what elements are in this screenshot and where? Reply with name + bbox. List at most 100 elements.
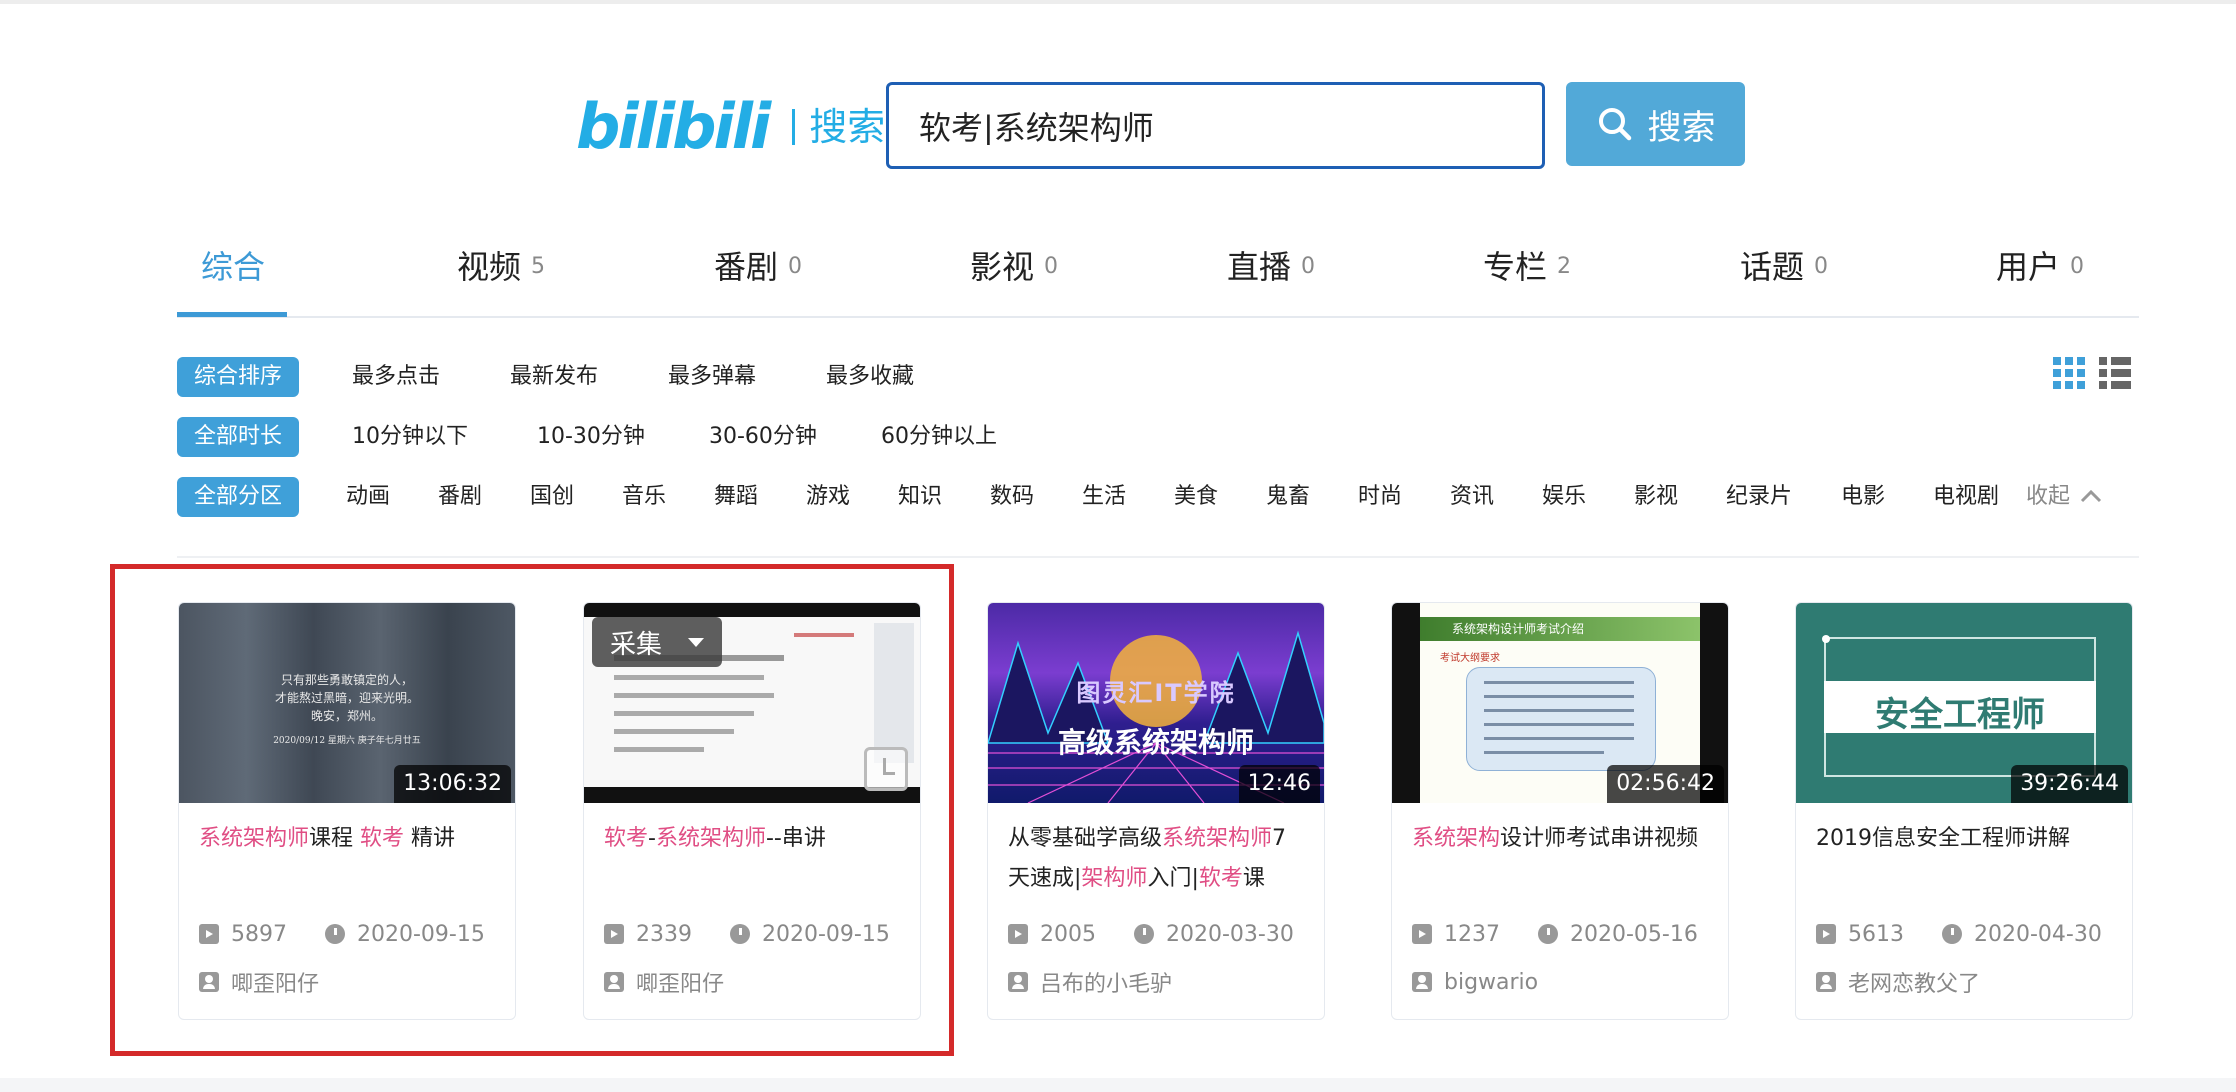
search-tabs: 综合 视频 5 番剧 0 影视 0 直播 0 专栏 2 话题 0 用户 0 <box>177 230 2139 318</box>
play-count-icon <box>1816 924 1836 944</box>
video-thumbnail[interactable]: 安全工程师 39:26:44 <box>1796 603 2132 803</box>
sort-option[interactable]: 最多收藏 <box>826 357 914 397</box>
sort-option[interactable]: 最多点击 <box>352 357 440 397</box>
duration-option[interactable]: 10分钟以下 <box>352 417 468 457</box>
video-title[interactable]: 系统架构设计师考试串讲视频 <box>1412 819 1712 859</box>
zone-filter-row: 全部分区 动画 番剧 国创 音乐 舞蹈 游戏 知识 数码 生活 美食 鬼畜 时尚… <box>177 477 2139 517</box>
sort-option[interactable]: 最新发布 <box>510 357 598 397</box>
tab-video[interactable]: 视频 5 <box>457 230 545 318</box>
video-duration: 12:46 <box>1238 765 1320 803</box>
uploader-name: 吕布的小毛驴 <box>1040 972 1173 997</box>
zone-option[interactable]: 游戏 <box>806 477 850 517</box>
zone-option[interactable]: 国创 <box>530 477 574 517</box>
zone-option[interactable]: 鬼畜 <box>1266 477 1310 517</box>
uploader-link[interactable]: bigwario <box>1412 967 1538 997</box>
view-toggle <box>2052 356 2132 390</box>
zone-option[interactable]: 电影 <box>1841 477 1885 517</box>
uploader-name: bigwario <box>1444 969 1539 995</box>
results-divider <box>177 556 2139 558</box>
video-duration: 02:56:42 <box>1607 765 1724 803</box>
zone-option[interactable]: 舞蹈 <box>714 477 758 517</box>
collapse-label: 收起 <box>2026 484 2071 509</box>
video-duration: 39:26:44 <box>2011 765 2128 803</box>
grid-view-icon[interactable] <box>2052 356 2086 390</box>
play-count: 5613 <box>1848 921 1904 947</box>
play-count: 1237 <box>1444 921 1500 947</box>
video-meta: 5613 2020-04-30 <box>1816 919 2126 949</box>
clock-icon <box>1538 924 1558 944</box>
logo-separator <box>792 109 796 145</box>
zone-option[interactable]: 音乐 <box>622 477 666 517</box>
video-title[interactable]: 2019信息安全工程师讲解 <box>1816 819 2116 859</box>
page-footer-strip <box>0 1078 2236 1092</box>
collapse-button[interactable]: 收起 <box>2026 477 2104 517</box>
tab-label: 影视 <box>970 248 1035 286</box>
tab-count: 0 <box>2070 254 2085 279</box>
zone-option[interactable]: 时尚 <box>1358 477 1402 517</box>
video-title[interactable]: 从零基础学高级系统架构师7天速成|架构师入门|软考课 <box>1008 819 1308 899</box>
tab-label: 番剧 <box>714 248 779 286</box>
zone-selected-pill[interactable]: 全部分区 <box>177 477 300 517</box>
list-view-icon[interactable] <box>2098 356 2132 390</box>
search-box[interactable] <box>886 82 1545 169</box>
tab-count: 0 <box>1044 254 1059 279</box>
zone-option[interactable]: 娱乐 <box>1542 477 1586 517</box>
search-button[interactable]: 搜索 <box>1566 82 1745 166</box>
user-icon <box>1008 972 1028 992</box>
zone-option[interactable]: 电视剧 <box>1933 477 1999 517</box>
play-count-icon <box>1008 924 1028 944</box>
search-icon <box>1598 108 1631 141</box>
tab-all[interactable]: 综合 <box>201 230 265 318</box>
upload-date: 2020-03-30 <box>1166 921 1294 947</box>
chevron-up-icon <box>2080 489 2102 503</box>
zone-option[interactable]: 番剧 <box>438 477 482 517</box>
user-icon <box>1412 972 1432 992</box>
duration-option[interactable]: 10-30分钟 <box>537 417 645 457</box>
video-card[interactable]: 图灵汇IT学院 高级系统架构师 12:46 从零基础学高级系统架构师7天速成|架… <box>987 602 1325 1020</box>
uploader-link[interactable]: 老网恋教父了 <box>1816 967 1980 997</box>
tab-film[interactable]: 影视 0 <box>970 230 1058 318</box>
video-meta: 1237 2020-05-16 <box>1412 919 1722 949</box>
title-text: 课 <box>1242 866 1265 891</box>
title-text: 2019信息安全工程师讲解 <box>1816 826 2070 851</box>
search-button-label: 搜索 <box>1647 107 1716 148</box>
sort-option[interactable]: 最多弹幕 <box>668 357 756 397</box>
zone-option[interactable]: 生活 <box>1082 477 1126 517</box>
top-border <box>0 0 2236 4</box>
upload-date: 2020-05-16 <box>1570 921 1698 947</box>
zone-option[interactable]: 动画 <box>346 477 390 517</box>
zone-option[interactable]: 数码 <box>990 477 1034 517</box>
zone-option[interactable]: 影视 <box>1634 477 1678 517</box>
bilibili-logo[interactable]: bilibili 搜索 <box>576 92 885 162</box>
play-count: 2005 <box>1040 921 1096 947</box>
video-card[interactable]: 系统架构设计师考试介绍 考试大纲要求 02:56:42 系统架构设计师考试串讲视… <box>1391 602 1729 1020</box>
zone-option[interactable]: 资讯 <box>1450 477 1494 517</box>
title-text: 入门| <box>1147 866 1199 891</box>
tab-user[interactable]: 用户 0 <box>1996 230 2084 318</box>
tab-article[interactable]: 专栏 2 <box>1483 230 1571 318</box>
thumbnail-caption: 系统架构设计师考试介绍 <box>1452 622 1585 636</box>
zone-option[interactable]: 纪录片 <box>1726 477 1792 517</box>
search-input[interactable] <box>919 106 1542 145</box>
zone-option[interactable]: 美食 <box>1174 477 1218 517</box>
tab-bangumi[interactable]: 番剧 0 <box>714 230 802 318</box>
tab-topic[interactable]: 话题 0 <box>1740 230 1828 318</box>
sort-filter-row: 综合排序 最多点击 最新发布 最多弹幕 最多收藏 <box>177 357 1977 397</box>
clock-icon <box>1942 924 1962 944</box>
sort-selected-pill[interactable]: 综合排序 <box>177 357 300 397</box>
logo-search-label: 搜索 <box>809 105 886 149</box>
thumbnail-caption: 考试大纲要求 <box>1440 653 1500 664</box>
tab-label: 综合 <box>201 248 266 286</box>
video-thumbnail[interactable]: 系统架构设计师考试介绍 考试大纲要求 02:56:42 <box>1392 603 1728 803</box>
zone-option[interactable]: 知识 <box>898 477 942 517</box>
video-thumbnail[interactable]: 图灵汇IT学院 高级系统架构师 12:46 <box>988 603 1324 803</box>
tab-live[interactable]: 直播 0 <box>1227 230 1315 318</box>
uploader-link[interactable]: 吕布的小毛驴 <box>1008 967 1172 997</box>
duration-selected-pill[interactable]: 全部时长 <box>177 417 300 457</box>
active-tab-indicator <box>177 312 287 317</box>
duration-option[interactable]: 30-60分钟 <box>709 417 817 457</box>
clock-icon <box>1134 924 1154 944</box>
video-card[interactable]: 安全工程师 39:26:44 2019信息安全工程师讲解 5613 2020-0… <box>1795 602 2133 1020</box>
duration-option[interactable]: 60分钟以上 <box>881 417 997 457</box>
title-highlight: 系统架构师 <box>1162 826 1273 851</box>
